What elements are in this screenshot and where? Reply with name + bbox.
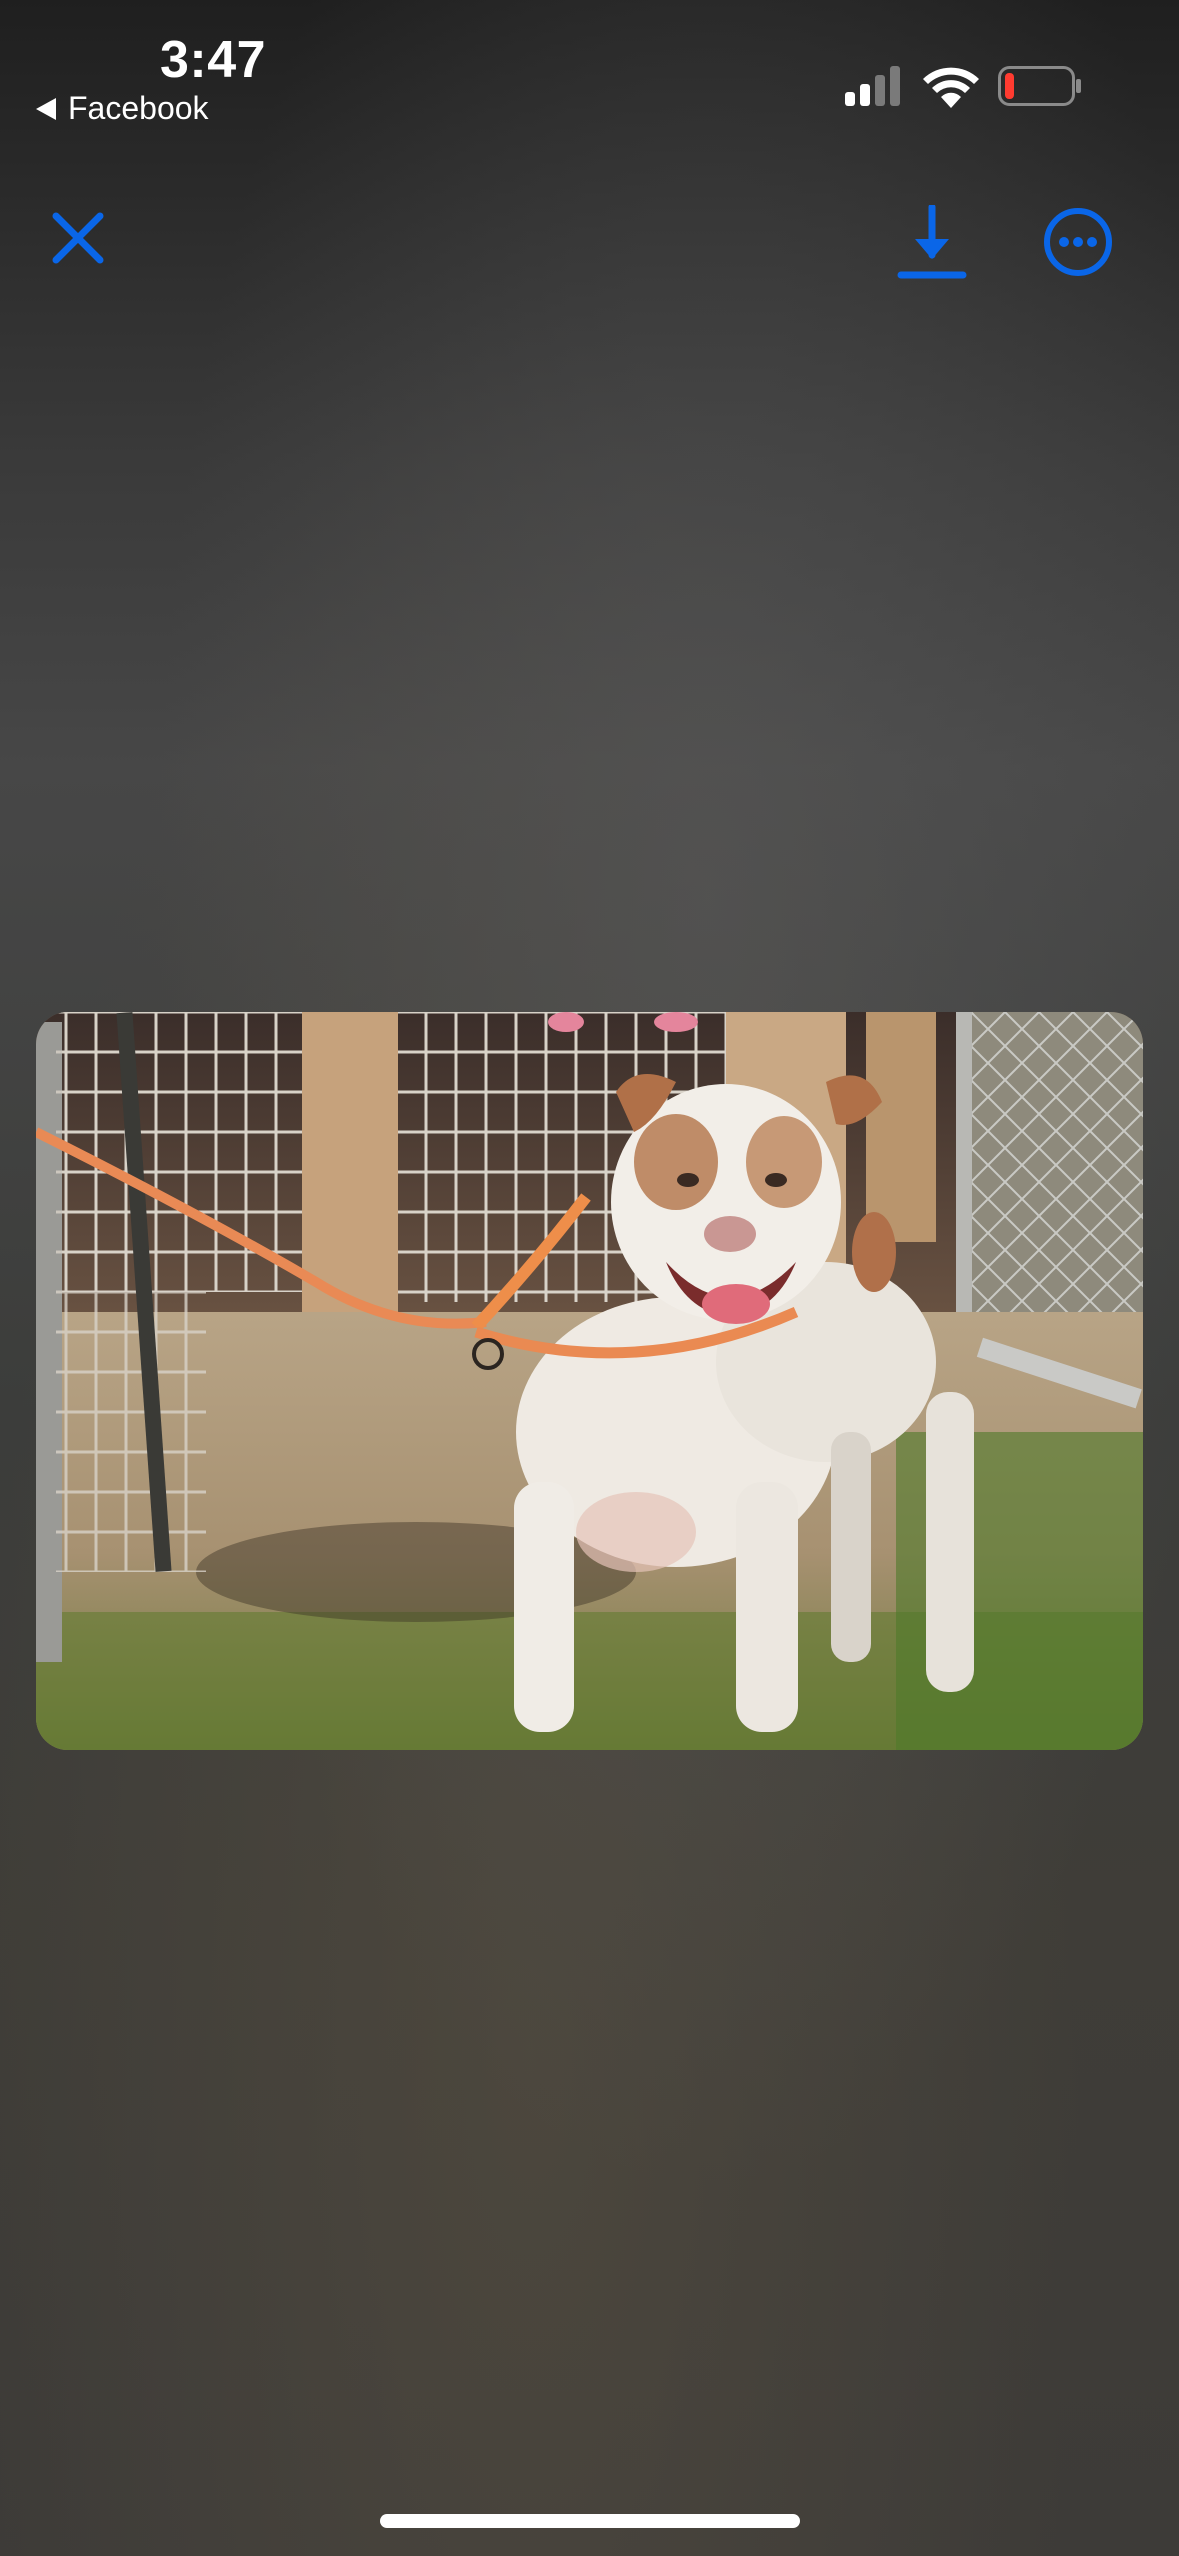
download-button[interactable]: [892, 200, 972, 286]
close-button[interactable]: [40, 200, 116, 276]
download-icon: [897, 205, 967, 279]
close-icon: [52, 212, 104, 264]
home-indicator[interactable]: [380, 2514, 800, 2528]
photo-viewer-screen: 3:47 Facebook: [0, 0, 1179, 2556]
battery-low-icon: [998, 66, 1081, 106]
more-options-button[interactable]: [1036, 200, 1120, 284]
dog-photo[interactable]: [36, 1012, 1143, 1750]
more-options-icon: [1044, 208, 1112, 276]
dog-photo-illustration: [36, 1012, 1143, 1750]
back-to-app-link[interactable]: Facebook: [36, 90, 209, 127]
status-time: 3:47: [160, 31, 267, 89]
cellular-signal-icon: [845, 66, 900, 106]
back-app-label: Facebook: [68, 90, 209, 126]
wifi-icon: [923, 67, 979, 108]
back-arrow-icon: [36, 97, 56, 120]
